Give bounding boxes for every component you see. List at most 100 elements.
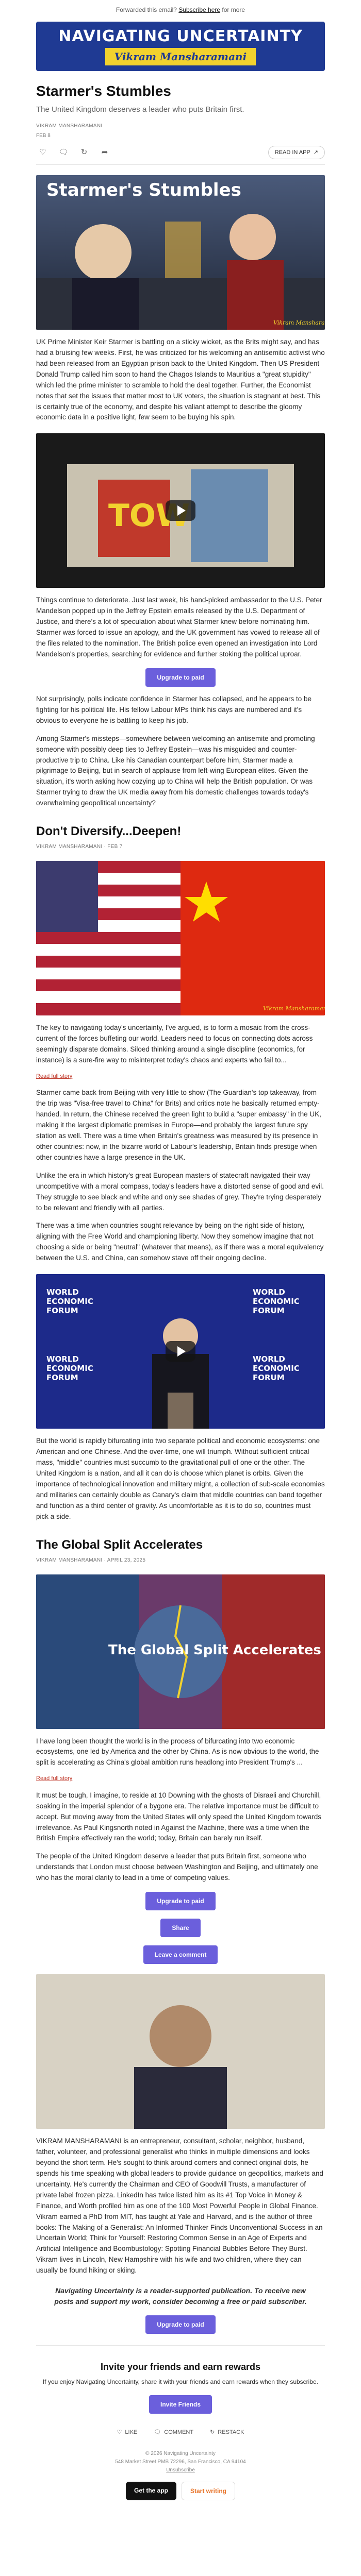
address: 548 Market Street PMB 72296, San Francis… xyxy=(115,2459,246,2465)
post-author[interactable]: VIKRAM MANSHARAMANI xyxy=(36,122,325,130)
svg-text:ECONOMIC: ECONOMIC xyxy=(46,1297,93,1306)
heart-icon[interactable]: ♡ xyxy=(36,146,50,159)
like-label: LIKE xyxy=(125,2429,138,2435)
restack-label: RESTACK xyxy=(218,2429,244,2435)
comment-action[interactable]: 🗨 COMMENT xyxy=(154,2428,193,2437)
embed-author: VIKRAM MANSHARAMANI xyxy=(36,844,103,850)
embed-title-diversify[interactable]: Don't Diversify...Deepen! xyxy=(36,822,325,841)
post-paragraph-6: Unlike the era in which history's great … xyxy=(36,1171,324,1212)
invite-text: If you enjoy Navigating Uncertainty, sha… xyxy=(42,2378,319,2386)
comment-icon-footer: 🗨 xyxy=(154,2429,161,2435)
video-embed-1[interactable]: TOW xyxy=(36,433,325,588)
post-paragraph-9: It must be tough, I imagine, to reside a… xyxy=(36,1791,322,1842)
svg-text:ECONOMIC: ECONOMIC xyxy=(253,1297,300,1306)
invite-friends-button[interactable]: Invite Friends xyxy=(149,2395,212,2414)
restack-icon[interactable]: ↻ xyxy=(77,146,91,159)
post-paragraph-7: There was a time when countries sought r… xyxy=(36,1222,324,1262)
footer-legal: © 2026 Navigating Uncertainty 548 Market… xyxy=(36,2450,325,2475)
embed-meta-diversify: VIKRAM MANSHARAMANI · FEB 7 xyxy=(36,844,123,850)
start-writing-button[interactable]: Start writing xyxy=(182,2482,236,2501)
post-paragraph-5: Starmer came back from Beijing with very… xyxy=(36,1088,325,1163)
subscribe-link[interactable]: Subscribe here xyxy=(178,6,220,13)
author-photo[interactable] xyxy=(36,1974,325,2129)
read-full-story-link-2[interactable]: Read full story xyxy=(36,1774,325,1783)
embed-meta-global-split: VIKRAM MANSHARAMANI · APRIL 23, 2025 xyxy=(36,1557,146,1563)
hero-illustration: Starmer's Stumbles Vikram Mansharamani xyxy=(36,175,325,330)
embed-image-text: The Global Split Accelerates xyxy=(108,1642,321,1658)
post-paragraph-4: Among Starmer's missteps—somewhere betwe… xyxy=(36,734,315,807)
svg-text:ECONOMIC: ECONOMIC xyxy=(253,1364,300,1373)
post-paragraph-2: Things continue to deteriorate. Just las… xyxy=(36,596,322,658)
svg-text:WORLD: WORLD xyxy=(46,1354,79,1364)
post-paragraph-10: The people of the United Kingdom deserve… xyxy=(36,1852,318,1882)
invite-title: Invite your friends and earn rewards xyxy=(100,2362,261,2372)
leave-comment-button[interactable]: Leave a comment xyxy=(143,1945,218,1964)
get-app-button[interactable]: Get the app xyxy=(125,2482,176,2501)
embed-image-diversify[interactable]: Vikram Mansharamani xyxy=(36,861,325,1016)
divider xyxy=(36,2345,325,2346)
forward-bar: Forwarded this email? Subscribe here for… xyxy=(0,0,361,22)
svg-text:FORUM: FORUM xyxy=(46,1373,78,1382)
embed-author-2: VIKRAM MANSHARAMANI xyxy=(36,1557,103,1563)
restack-action[interactable]: ↻ RESTACK xyxy=(210,2428,244,2437)
copyright: © 2026 Navigating Uncertainty xyxy=(145,2451,216,2457)
banner-subtitle: Vikram Mansharamani xyxy=(105,47,256,65)
svg-text:Vikram Mansharamani: Vikram Mansharamani xyxy=(273,319,325,326)
unsubscribe-link[interactable]: Unsubscribe xyxy=(36,2466,325,2475)
invite-section: Invite your friends and earn rewards If … xyxy=(36,2360,325,2414)
read-full-story-link-1[interactable]: Read full story xyxy=(36,1072,325,1081)
post-paragraph-3: Not surprisingly, polls indicate confide… xyxy=(36,694,312,724)
svg-text:WORLD: WORLD xyxy=(46,1287,79,1297)
forward-suffix: for more xyxy=(220,6,245,13)
comment-label: COMMENT xyxy=(164,2429,194,2435)
share-icon[interactable]: ➦ xyxy=(98,146,111,159)
svg-text:ECONOMIC: ECONOMIC xyxy=(46,1364,93,1373)
forward-text: Forwarded this email? xyxy=(116,6,177,13)
post-title[interactable]: Starmer's Stumbles xyxy=(36,80,325,102)
footer-actions: ♡ LIKE 🗨 COMMENT ↻ RESTACK xyxy=(36,2428,325,2437)
play-icon[interactable] xyxy=(166,500,195,521)
subscribe-cta: Navigating Uncertainty is a reader-suppo… xyxy=(54,2286,307,2306)
svg-text:FORUM: FORUM xyxy=(253,1306,285,1315)
author-bio: VIKRAM MANSHARAMANI is an entrepreneur, … xyxy=(36,2137,323,2275)
post-date: FEB 8 xyxy=(36,132,51,139)
svg-text:Starmer's Stumbles: Starmer's Stumbles xyxy=(46,180,241,200)
author-photo-illustration xyxy=(36,1974,325,2129)
embed-date-2: APRIL 23, 2025 xyxy=(107,1557,146,1563)
svg-text:FORUM: FORUM xyxy=(46,1306,78,1315)
read-in-app-button[interactable]: READ IN APP ↗ xyxy=(268,145,325,159)
external-link-icon: ↗ xyxy=(313,149,318,156)
flags-illustration: Vikram Mansharamani xyxy=(36,861,325,1016)
like-action[interactable]: ♡ LIKE xyxy=(117,2428,138,2437)
video-embed-2[interactable]: WORLD ECONOMIC FORUM WORLD ECONOMIC FORUM WO… xyxy=(36,1274,325,1429)
share-button[interactable]: Share xyxy=(160,1919,201,1938)
svg-text:WORLD: WORLD xyxy=(253,1354,285,1364)
embed-paragraph-global-split: I have long been thought the world is in… xyxy=(36,1737,319,1767)
svg-text:FORUM: FORUM xyxy=(253,1373,285,1382)
post-paragraph-5-text: Starmer came back from Beijing with very… xyxy=(36,1089,321,1161)
upgrade-button-3[interactable]: Upgrade to paid xyxy=(145,2315,216,2334)
embed-title-global-split[interactable]: The Global Split Accelerates xyxy=(36,1536,325,1554)
post-subtitle: The United Kingdom deserves a leader who… xyxy=(36,105,244,114)
app-promo: Get the app Start writing xyxy=(36,2482,325,2515)
banner-title: NAVIGATING UNCERTAINTY xyxy=(58,27,303,45)
comment-icon[interactable]: 🗨 xyxy=(57,146,70,159)
hero-image-starmer[interactable]: Starmer's Stumbles Vikram Mansharamani xyxy=(36,175,325,330)
embed-paragraph-diversify: The key to navigating today's uncertaint… xyxy=(36,1024,313,1064)
upgrade-button-2[interactable]: Upgrade to paid xyxy=(145,1892,216,1911)
global-split-illustration: The Global Split Accelerates xyxy=(36,1574,325,1729)
upgrade-button-1[interactable]: Upgrade to paid xyxy=(145,668,216,687)
post-actions: ♡ 🗨 ↻ ➦ READ IN APP ↗ xyxy=(36,145,325,165)
post-paragraph-8: But the world is rapidly bifurcating int… xyxy=(36,1437,325,1520)
embed-image-global-split[interactable]: The Global Split Accelerates xyxy=(36,1574,325,1729)
svg-text:Vikram Mansharamani: Vikram Mansharamani xyxy=(263,1005,325,1012)
embed-date: FEB 7 xyxy=(107,844,123,850)
svg-text:WORLD: WORLD xyxy=(253,1287,285,1297)
publication-banner[interactable]: NAVIGATING UNCERTAINTY Vikram Mansharama… xyxy=(36,22,325,71)
read-in-app-label: READ IN APP xyxy=(274,149,310,156)
restack-icon-footer: ↻ xyxy=(210,2429,215,2435)
heart-icon-footer: ♡ xyxy=(117,2429,122,2435)
post-paragraph-1: UK Prime Minister Keir Starmer is battli… xyxy=(36,338,325,421)
play-icon-2[interactable] xyxy=(166,1341,195,1362)
email-body: NAVIGATING UNCERTAINTY Vikram Mansharama… xyxy=(36,22,325,2515)
